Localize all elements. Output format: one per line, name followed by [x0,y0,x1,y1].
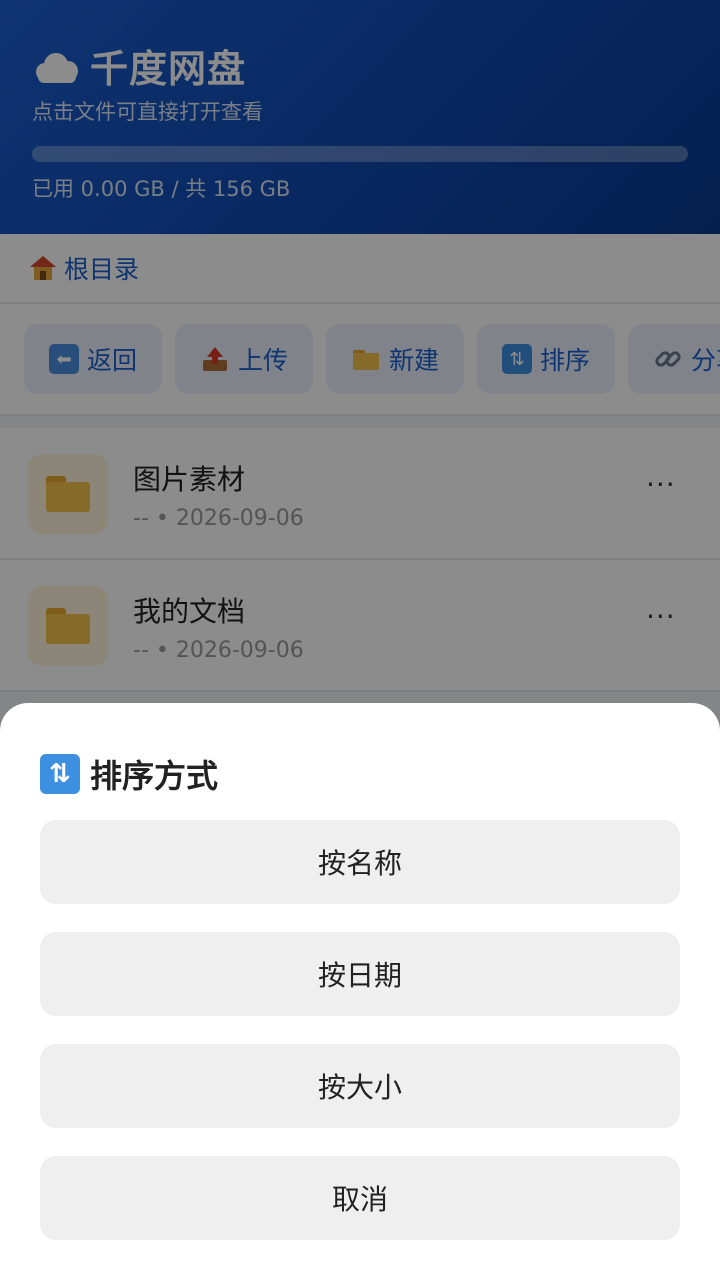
sort-by-size-button[interactable]: 按大小 [40,1044,680,1128]
sheet-title-text: 排序方式 [90,757,219,795]
cancel-button[interactable]: 取消 [40,1156,680,1240]
sort-by-name-button[interactable]: 按名称 [40,820,680,904]
sort-icon: ⇅ [40,754,80,794]
sheet-title: ⇅ 排序方式 [40,751,218,797]
sort-by-date-button[interactable]: 按日期 [40,932,680,1016]
sort-bottom-sheet: ⇅ 排序方式 按名称 按日期 按大小 取消 [0,703,720,1280]
